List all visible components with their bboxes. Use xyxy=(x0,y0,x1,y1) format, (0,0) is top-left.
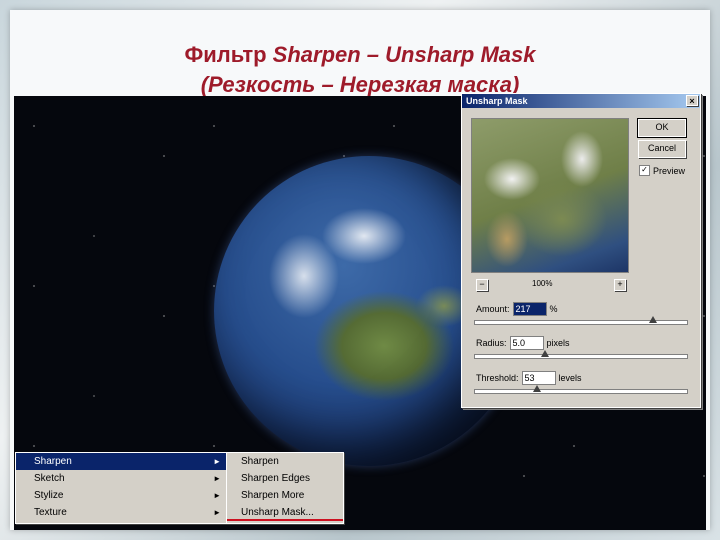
menu-item-stylize[interactable]: Stylize ► xyxy=(16,487,227,504)
menu-item-sketch[interactable]: Sketch ► xyxy=(16,470,227,487)
submenu-arrow-icon: ► xyxy=(213,508,221,517)
amount-input[interactable]: 217 xyxy=(512,302,547,316)
close-icon[interactable]: × xyxy=(686,95,698,106)
zoom-in-button[interactable]: + xyxy=(614,279,626,291)
amount-unit: % xyxy=(549,304,558,314)
threshold-unit: levels xyxy=(558,373,582,383)
preview-checkbox-row[interactable]: ✓ Preview xyxy=(639,165,685,176)
amount-row: Amount: 217 % xyxy=(476,302,558,316)
radius-row: Radius: 5.0 pixels xyxy=(476,336,570,350)
preview-image[interactable] xyxy=(471,118,629,273)
threshold-label: Threshold: xyxy=(476,373,519,383)
title-emphasis: Sharpen – Unsharp Mask xyxy=(272,42,536,67)
submenu-item-unsharp-mask[interactable]: Unsharp Mask... xyxy=(227,504,343,521)
cancel-button[interactable]: Cancel xyxy=(638,140,686,158)
menu-item-label: Sketch xyxy=(34,473,65,484)
threshold-input[interactable]: 53 xyxy=(521,371,556,385)
dialog-title: Unsharp Mask xyxy=(466,96,528,106)
zoom-out-button[interactable]: − xyxy=(476,279,488,291)
filter-menu: Sharpen ► Sketch ► Stylize ► Texture ► xyxy=(15,452,228,524)
amount-slider-thumb[interactable] xyxy=(649,316,657,323)
threshold-slider[interactable] xyxy=(474,385,688,394)
title-line-1: Фильтр Sharpen – Unsharp Mask xyxy=(10,40,710,70)
submenu-arrow-icon: ► xyxy=(213,491,221,500)
title-prefix: Фильтр xyxy=(184,42,273,67)
menu-item-label: Sharpen xyxy=(34,456,72,467)
radius-label: Radius: xyxy=(476,338,507,348)
amount-slider[interactable] xyxy=(474,316,688,325)
radius-slider-thumb[interactable] xyxy=(541,350,549,357)
submenu-item-sharpen-more[interactable]: Sharpen More xyxy=(227,487,343,504)
slide: Фильтр Sharpen – Unsharp Mask (Резкость … xyxy=(10,10,710,530)
radius-unit: pixels xyxy=(546,338,570,348)
amount-label: Amount: xyxy=(476,304,510,314)
radius-slider[interactable] xyxy=(474,350,688,359)
dialog-title-bar[interactable]: Unsharp Mask × xyxy=(462,94,700,108)
ok-button[interactable]: OK xyxy=(637,118,687,138)
menu-item-label: Texture xyxy=(34,507,67,518)
menu-item-sharpen[interactable]: Sharpen ► xyxy=(16,453,227,470)
submenu-arrow-icon: ► xyxy=(213,457,221,466)
unsharp-mask-dialog: Unsharp Mask × − 100% + OK Cancel ✓ Prev… xyxy=(461,93,701,408)
sharpen-submenu: Sharpen Sharpen Edges Sharpen More Unsha… xyxy=(226,452,344,524)
menu-item-texture[interactable]: Texture ► xyxy=(16,504,227,521)
submenu-item-sharpen[interactable]: Sharpen xyxy=(227,453,343,470)
submenu-arrow-icon: ► xyxy=(213,474,221,483)
threshold-row: Threshold: 53 levels xyxy=(476,371,582,385)
submenu-item-sharpen-edges[interactable]: Sharpen Edges xyxy=(227,470,343,487)
radius-input[interactable]: 5.0 xyxy=(509,336,544,350)
preview-checkbox[interactable]: ✓ xyxy=(639,165,650,176)
menu-item-label: Stylize xyxy=(34,490,64,501)
slide-title: Фильтр Sharpen – Unsharp Mask (Резкость … xyxy=(10,40,710,100)
preview-label: Preview xyxy=(653,165,686,176)
threshold-slider-thumb[interactable] xyxy=(533,385,541,392)
zoom-level: 100% xyxy=(532,279,553,288)
